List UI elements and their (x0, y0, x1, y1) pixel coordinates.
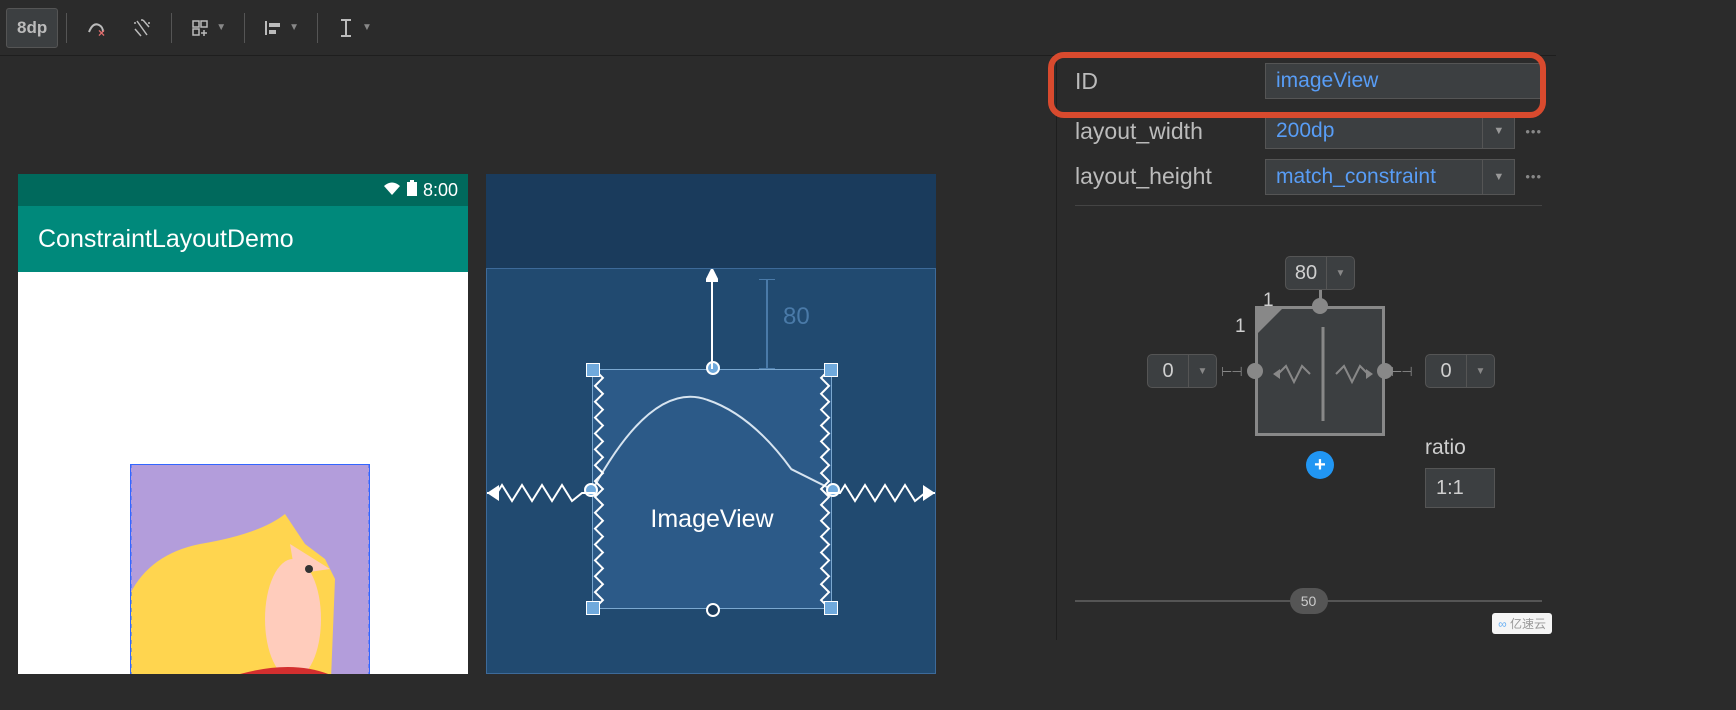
design-canvas[interactable]: 8:00 ConstraintLayoutDemo (0, 56, 1056, 640)
right-margin-dropdown[interactable]: 0▼ (1425, 354, 1495, 388)
toolbar: 8dp × ▼ ▼ ▼ (0, 0, 1556, 56)
left-margin-dropdown[interactable]: 0▼ (1147, 354, 1217, 388)
blueprint-preview[interactable]: ImageView (486, 174, 936, 674)
separator (66, 13, 67, 43)
height-select[interactable]: match_constraint ▼ (1265, 159, 1515, 195)
top-margin-value: 80 (779, 303, 814, 331)
attributes-panel: ID imageView layout_width 200dp ▼ ••• la… (1056, 56, 1556, 640)
dropdown-caret[interactable]: ▼ (1482, 160, 1514, 194)
bias-slider[interactable]: 50 (1075, 586, 1542, 616)
align-button[interactable]: ▼ (253, 8, 309, 48)
selection-outline (130, 464, 370, 674)
height-label: layout_height (1075, 163, 1255, 190)
status-bar: 8:00 (18, 174, 468, 206)
left-anchor[interactable] (1247, 363, 1263, 379)
time-label: 8:00 (423, 180, 458, 201)
clear-constraints-button[interactable]: × (75, 8, 117, 48)
watermark: ∞ 亿速云 (1492, 613, 1552, 634)
blueprint-label: ImageView (593, 505, 831, 534)
attr-row-height: layout_height match_constraint ▼ ••• (1075, 156, 1542, 206)
top-margin-dropdown[interactable]: 80▼ (1285, 256, 1355, 290)
svg-text:×: × (98, 26, 105, 39)
dropdown-caret: ▼ (216, 22, 226, 33)
infer-constraints-button[interactable] (121, 8, 163, 48)
pack-button[interactable]: ▼ (180, 8, 236, 48)
guidelines-button[interactable]: ▼ (326, 8, 382, 48)
id-label: ID (1075, 68, 1255, 95)
more-icon[interactable]: ••• (1525, 124, 1542, 139)
blueprint-imageview[interactable]: ImageView (592, 369, 832, 609)
app-title: ConstraintLayoutDemo (38, 225, 294, 254)
separator (171, 13, 172, 43)
design-preview[interactable]: 8:00 ConstraintLayoutDemo (18, 174, 468, 674)
wifi-icon (383, 180, 401, 201)
aspect-corner-left: 1 (1235, 316, 1246, 338)
dropdown-caret[interactable]: ▼ (1482, 114, 1514, 148)
ratio-input[interactable]: 1:1 (1425, 468, 1495, 508)
constraint-box[interactable] (1255, 306, 1385, 436)
bias-value[interactable]: 50 (1290, 588, 1328, 614)
attr-row-id: ID imageView (1075, 56, 1542, 106)
dropdown-caret: ▼ (289, 22, 299, 33)
id-input[interactable]: imageView (1265, 63, 1542, 99)
default-margin-button[interactable]: 8dp (6, 8, 58, 48)
attr-row-width: layout_width 200dp ▼ ••• (1075, 106, 1542, 156)
add-bottom-constraint-button[interactable]: + (1306, 451, 1334, 479)
battery-icon (407, 180, 417, 201)
constraint-widget[interactable]: 80▼ 0▼ 0▼ 1 1 ⊢ (1075, 246, 1542, 616)
image-view-preview[interactable] (130, 464, 370, 674)
separator (317, 13, 318, 43)
width-label: layout_width (1075, 118, 1255, 145)
width-select[interactable]: 200dp ▼ (1265, 113, 1515, 149)
more-icon[interactable]: ••• (1525, 169, 1542, 184)
app-bar: ConstraintLayoutDemo (18, 206, 468, 272)
ratio-label: ratio (1425, 436, 1495, 460)
separator (244, 13, 245, 43)
ratio-block: ratio 1:1 (1425, 436, 1495, 508)
dropdown-caret: ▼ (362, 22, 372, 33)
